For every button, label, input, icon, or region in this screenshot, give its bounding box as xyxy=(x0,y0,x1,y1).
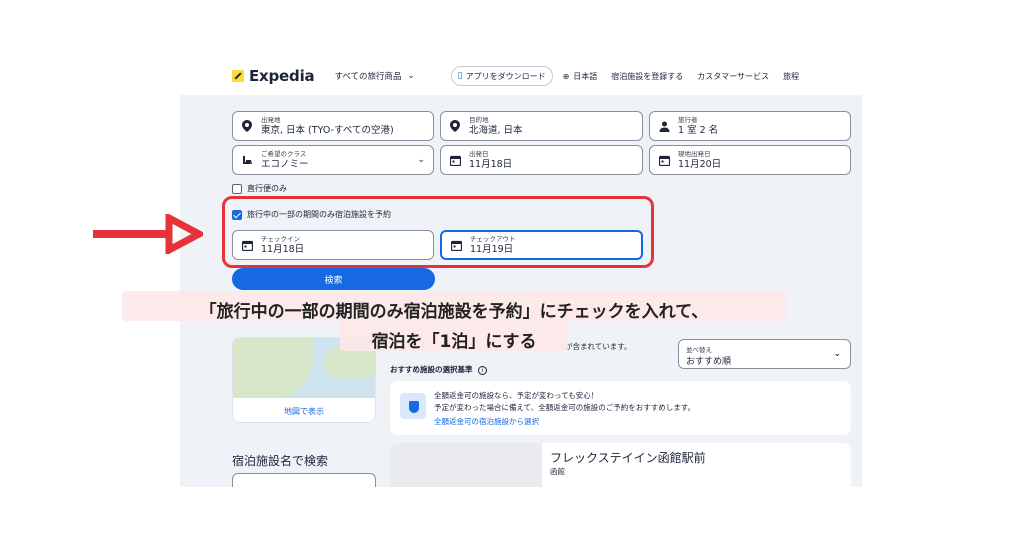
hotel-image xyxy=(390,443,542,487)
calendar-icon xyxy=(448,153,462,167)
refund-info-card: 全額返金可の施設なら、予定が変わっても安心！ 予定が変わった場合に備えて、全額返… xyxy=(390,381,851,435)
customer-service-link[interactable]: カスタマーサービス xyxy=(697,71,769,82)
language-label: 日本語 xyxy=(573,71,598,81)
chevron-down-icon: ⌄ xyxy=(407,71,415,81)
results-notice: が含まれています。 xyxy=(565,342,632,351)
criteria-label: おすすめ施設の選択基準 xyxy=(390,365,473,374)
origin-value: 東京, 日本 (TYO-すべての空港) xyxy=(261,124,394,136)
seat-icon xyxy=(240,153,254,167)
depart-label: 出発日 xyxy=(469,149,489,158)
return-date-field[interactable]: 現地出発日 11月20日 xyxy=(649,145,851,175)
expedia-logo[interactable]: Expedia xyxy=(232,67,315,85)
chevron-down-icon: ⌄ xyxy=(833,349,841,359)
destination-value: 北海道, 日本 xyxy=(469,124,523,136)
refund-info-title: 全額返金可の施設なら、予定が変わっても安心！ xyxy=(434,391,599,400)
calendar-icon xyxy=(657,153,671,167)
expedia-logo-icon xyxy=(232,70,244,82)
trips-link[interactable]: 旅程 xyxy=(783,71,799,82)
sort-label: 並べ替え xyxy=(686,346,712,354)
refund-info-body: 予定が変わった場合に備えて、全額返金可の施設のご予約をおすすめします。 xyxy=(434,403,695,412)
highlight-box xyxy=(222,196,654,268)
calendar-shield-icon xyxy=(400,393,426,419)
sort-select[interactable]: 並べ替え おすすめ順 ⌄ xyxy=(678,339,851,369)
logo-text: Expedia xyxy=(249,67,315,85)
direct-only-label: 直行便のみ xyxy=(247,184,287,193)
refund-filter-link[interactable]: 全額返金可の宿泊施設から選択 xyxy=(434,416,539,427)
hotel-name: フレックステイイン函館駅前 xyxy=(550,451,706,465)
criteria-link[interactable]: おすすめ施設の選択基準 i xyxy=(390,364,488,375)
travelers-label: 旅行者 xyxy=(678,115,698,124)
origin-field[interactable]: 出発地 東京, 日本 (TYO-すべての空港) xyxy=(232,111,434,141)
origin-label: 出発地 xyxy=(261,115,281,124)
sort-value: おすすめ順 xyxy=(686,357,732,367)
location-pin-icon xyxy=(240,119,254,133)
globe-icon: ⊕ xyxy=(562,71,570,81)
return-value: 11月20日 xyxy=(678,158,722,170)
language-selector[interactable]: ⊕ 日本語 xyxy=(563,71,598,82)
depart-value: 11月18日 xyxy=(469,158,513,170)
travelers-field[interactable]: 旅行者 1 室 2 名 xyxy=(649,111,851,141)
direct-only-checkbox-row[interactable]: 直行便のみ xyxy=(232,183,287,194)
all-products-label: すべての旅行商品 xyxy=(334,72,402,82)
destination-field[interactable]: 目的地 北海道, 日本 xyxy=(440,111,643,141)
direct-only-checkbox[interactable] xyxy=(232,183,242,194)
annotation-callout-line1: 「旅行中の一部の期間のみ宿泊施設を予約」にチェックを入れて、 xyxy=(122,291,786,322)
hotel-card[interactable]: フレックステイイン函館駅前 函館 xyxy=(390,443,851,487)
travelers-value: 1 室 2 名 xyxy=(678,124,719,136)
info-icon: i xyxy=(478,366,488,375)
destination-label: 目的地 xyxy=(469,115,489,124)
chevron-down-icon: ⌄ xyxy=(417,155,425,165)
class-label: ご希望のクラス xyxy=(261,149,307,158)
location-pin-icon xyxy=(448,119,462,133)
screenshot-stage: Expedia すべての旅行商品 ⌄ ▯ アプリをダウンロード ⊕ 日本語 宿泊… xyxy=(0,0,1024,538)
hotel-location: 函館 xyxy=(550,467,565,476)
view-map-link[interactable]: 地図で表示 xyxy=(233,406,375,417)
red-arrow-icon xyxy=(93,214,203,254)
class-value: エコノミー xyxy=(261,158,309,170)
search-button[interactable]: 検索 xyxy=(232,268,435,290)
list-property-link[interactable]: 宿泊施設を登録する xyxy=(611,71,683,82)
property-search-title: 宿泊施設名で検索 xyxy=(232,454,329,468)
app-download-button[interactable]: ▯ アプリをダウンロード xyxy=(450,66,553,86)
bottom-whitespace xyxy=(0,487,1024,538)
depart-date-field[interactable]: 出発日 11月18日 xyxy=(440,145,643,175)
phone-icon: ▯ xyxy=(457,71,463,81)
annotation-text-line1: 「旅行中の一部の期間のみ宿泊施設を予約」にチェックを入れて、 xyxy=(199,302,709,322)
app-download-label: アプリをダウンロード xyxy=(465,71,546,81)
all-products-menu[interactable]: すべての旅行商品 ⌄ xyxy=(334,70,414,82)
top-navigation: Expedia すべての旅行商品 ⌄ ▯ アプリをダウンロード ⊕ 日本語 宿泊… xyxy=(220,58,865,94)
annotation-callout-line2: 宿泊を「1泊」にする xyxy=(340,321,568,352)
annotation-text-line2: 宿泊を「1泊」にする xyxy=(371,332,537,352)
return-label: 現地出発日 xyxy=(678,149,711,158)
cabin-class-select[interactable]: ご希望のクラス エコノミー ⌄ xyxy=(232,145,434,175)
person-icon xyxy=(657,119,671,133)
